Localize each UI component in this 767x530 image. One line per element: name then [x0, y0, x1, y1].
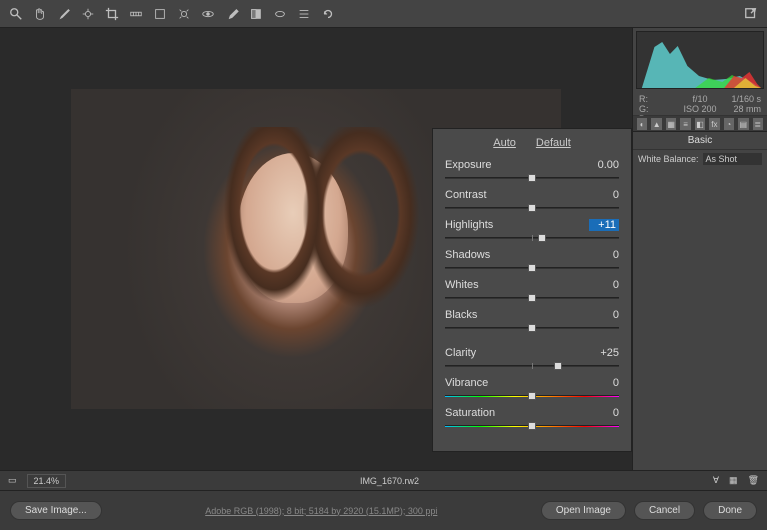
- eyedropper-icon[interactable]: [56, 6, 72, 22]
- slider-value[interactable]: 0.00: [589, 159, 619, 171]
- slider-label: Clarity: [445, 347, 476, 359]
- slider-label: Vibrance: [445, 377, 488, 389]
- lens-panel-icon[interactable]: fx: [709, 118, 719, 130]
- straighten-icon[interactable]: [128, 6, 144, 22]
- slider-track[interactable]: [445, 263, 619, 273]
- effects-panel-icon[interactable]: ◔: [724, 118, 734, 130]
- top-toolbar: [0, 0, 767, 28]
- spot-removal-icon[interactable]: [176, 6, 192, 22]
- slider-clarity: Clarity +25: [445, 347, 619, 371]
- slider-track[interactable]: [445, 323, 619, 333]
- slider-label: Highlights: [445, 219, 493, 231]
- exif-info: R:G:B: f/10ISO 200 1/160 s28 mm: [633, 92, 767, 116]
- slider-handle[interactable]: [528, 294, 536, 302]
- slider-handle[interactable]: [538, 234, 546, 242]
- transform-icon[interactable]: [152, 6, 168, 22]
- slider-value[interactable]: +11: [589, 219, 619, 231]
- slider-exposure: Exposure 0.00: [445, 159, 619, 183]
- slider-label: Whites: [445, 279, 479, 291]
- detail-panel-icon[interactable]: ▦: [666, 118, 676, 130]
- panel-icons: ◐ ▲ ▦ ≡ ◧ fx ◔ ▤ ≣: [633, 116, 767, 132]
- split-panel-icon[interactable]: ◧: [695, 118, 705, 130]
- slider-blacks: Blacks 0: [445, 309, 619, 333]
- filter-icon[interactable]: ∀: [713, 475, 719, 486]
- trash-icon[interactable]: 🗑: [748, 475, 759, 486]
- main-area: R:G:B: f/10ISO 200 1/160 s28 mm ◐ ▲ ▦ ≡ …: [0, 28, 767, 470]
- shutter-value: 1/160 s: [731, 94, 761, 104]
- slider-track[interactable]: [445, 293, 619, 303]
- slider-handle[interactable]: [528, 174, 536, 182]
- auto-link[interactable]: Auto: [493, 137, 516, 149]
- image-info[interactable]: Adobe RGB (1998); 8 bit; 5184 by 2920 (1…: [110, 506, 533, 516]
- calib-panel-icon[interactable]: ▤: [738, 118, 748, 130]
- panel-title: Basic: [633, 132, 767, 150]
- gradient-icon[interactable]: [248, 6, 264, 22]
- open-image-button[interactable]: Open Image: [541, 501, 626, 520]
- wb-label: White Balance:: [638, 154, 699, 164]
- slider-handle[interactable]: [528, 204, 536, 212]
- zoom-level[interactable]: 21.4%: [27, 474, 67, 488]
- done-button[interactable]: Done: [703, 501, 757, 520]
- grid-icon[interactable]: ▦: [729, 475, 738, 486]
- crop-tool-icon[interactable]: [104, 6, 120, 22]
- slider-value[interactable]: 0: [589, 407, 619, 419]
- slider-value[interactable]: 0: [589, 249, 619, 261]
- zoom-tool-icon[interactable]: [8, 6, 24, 22]
- slider-track[interactable]: [445, 203, 619, 213]
- slider-label: Shadows: [445, 249, 490, 261]
- slider-whites: Whites 0: [445, 279, 619, 303]
- basic-panel-icon[interactable]: ◐: [637, 118, 647, 130]
- slider-value[interactable]: 0: [589, 309, 619, 321]
- slider-contrast: Contrast 0: [445, 189, 619, 213]
- focal-value: 28 mm: [734, 104, 762, 114]
- rotate-icon[interactable]: [320, 6, 336, 22]
- slider-handle[interactable]: [554, 362, 562, 370]
- slider-track[interactable]: [445, 233, 619, 243]
- presets-panel-icon[interactable]: ≣: [753, 118, 763, 130]
- slider-handle[interactable]: [528, 392, 536, 400]
- adjustments-panel: Auto Default Exposure 0.00 Contrast 0 Highli…: [432, 128, 632, 452]
- slider-label: Saturation: [445, 407, 495, 419]
- cancel-button[interactable]: Cancel: [634, 501, 695, 520]
- slider-label: Contrast: [445, 189, 487, 201]
- right-panel: R:G:B: f/10ISO 200 1/160 s28 mm ◐ ▲ ▦ ≡ …: [632, 28, 767, 470]
- radial-icon[interactable]: [272, 6, 288, 22]
- filename: IMG_1670.rw2: [76, 476, 703, 486]
- slider-shadows: Shadows 0: [445, 249, 619, 273]
- slider-handle[interactable]: [528, 324, 536, 332]
- slider-handle[interactable]: [528, 264, 536, 272]
- save-image-button[interactable]: Save Image...: [10, 501, 102, 520]
- slider-saturation: Saturation 0: [445, 407, 619, 431]
- slider-track[interactable]: [445, 391, 619, 401]
- slider-highlights: Highlights +11: [445, 219, 619, 243]
- brush-icon[interactable]: [224, 6, 240, 22]
- slider-handle[interactable]: [528, 422, 536, 430]
- aperture-value: f/10: [693, 94, 708, 104]
- histogram[interactable]: [636, 31, 764, 89]
- slider-value[interactable]: 0: [589, 377, 619, 389]
- iso-value: ISO 200: [683, 104, 716, 114]
- wb-dropdown[interactable]: As Shot: [703, 153, 762, 165]
- slider-track[interactable]: [445, 173, 619, 183]
- white-balance-row: White Balance: As Shot: [633, 150, 767, 168]
- list-icon[interactable]: [296, 6, 312, 22]
- slider-value[interactable]: 0: [589, 279, 619, 291]
- view-toggle-icon[interactable]: ▭: [8, 475, 17, 486]
- curve-panel-icon[interactable]: ▲: [651, 118, 661, 130]
- slider-track[interactable]: [445, 421, 619, 431]
- status-bar: ▭ 21.4% IMG_1670.rw2 ∀ ▦ 🗑: [0, 470, 767, 490]
- slider-track[interactable]: [445, 361, 619, 371]
- color-sampler-icon[interactable]: [80, 6, 96, 22]
- hand-tool-icon[interactable]: [32, 6, 48, 22]
- slider-value[interactable]: 0: [589, 189, 619, 201]
- hsl-panel-icon[interactable]: ≡: [680, 118, 690, 130]
- export-icon[interactable]: [743, 6, 759, 22]
- bottom-bar: Save Image... Adobe RGB (1998); 8 bit; 5…: [0, 490, 767, 530]
- slider-value[interactable]: +25: [589, 347, 619, 359]
- default-link[interactable]: Default: [536, 137, 571, 149]
- slider-vibrance: Vibrance 0: [445, 377, 619, 401]
- slider-label: Exposure: [445, 159, 491, 171]
- slider-label: Blacks: [445, 309, 477, 321]
- redeye-icon[interactable]: [200, 6, 216, 22]
